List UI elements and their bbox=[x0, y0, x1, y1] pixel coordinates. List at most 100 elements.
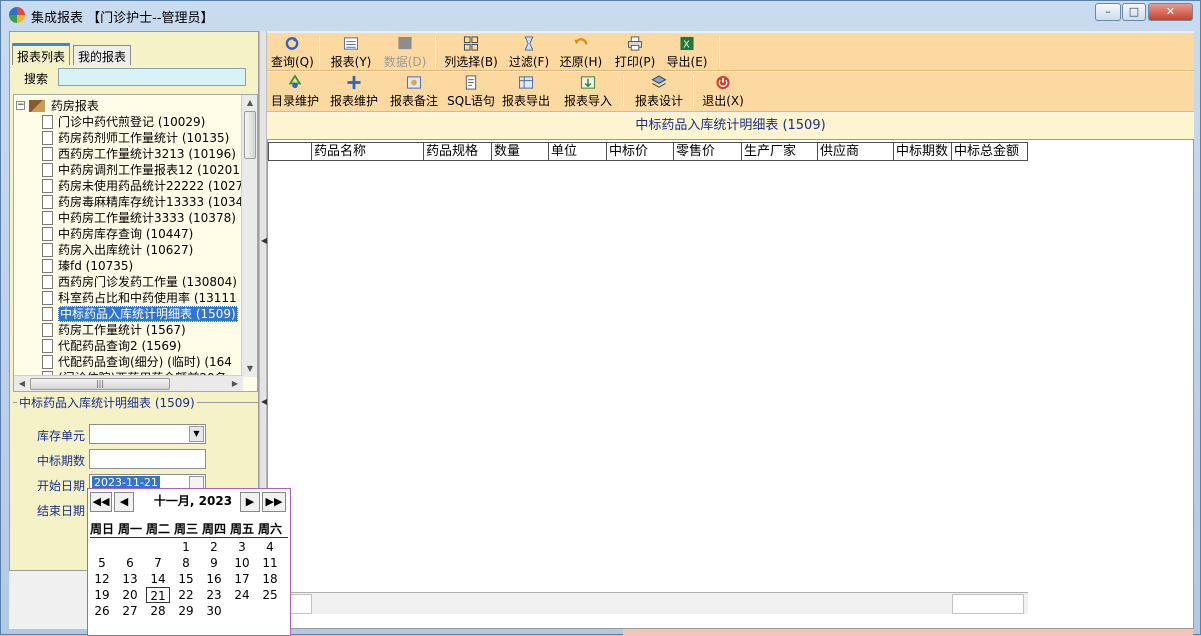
restore-button[interactable]: 还原(H) bbox=[559, 36, 603, 70]
tree-item[interactable]: 中标药品入库统计明细表 (1509) bbox=[42, 305, 238, 322]
scroll-up-icon[interactable]: ▲ bbox=[242, 95, 257, 111]
column-header-unit[interactable]: 单位 bbox=[549, 142, 607, 161]
calendar-day[interactable]: 25 bbox=[258, 587, 282, 603]
prev-year-icon[interactable]: ◀◀ bbox=[90, 492, 112, 512]
tree-root[interactable]: − 药房报表 bbox=[16, 97, 99, 113]
hscroll-thumb[interactable]: ||| bbox=[30, 378, 170, 390]
calendar-day[interactable]: 27 bbox=[118, 603, 142, 619]
scroll-right-icon[interactable]: ▶ bbox=[227, 376, 243, 391]
chevron-down-icon[interactable]: ▼ bbox=[189, 426, 204, 442]
scroll-left-icon[interactable]: ◀ bbox=[14, 376, 30, 391]
calendar-day[interactable]: 12 bbox=[90, 571, 114, 587]
calendar-day[interactable]: 15 bbox=[174, 571, 198, 587]
tab-my-reports[interactable]: 我的报表 bbox=[73, 45, 131, 65]
next-year-icon[interactable]: ▶▶ bbox=[262, 492, 286, 512]
calendar-day[interactable]: 30 bbox=[202, 603, 226, 619]
column-header-retail-price[interactable]: 零售价 bbox=[674, 142, 742, 161]
calendar-day[interactable]: 10 bbox=[230, 555, 254, 571]
calendar-day[interactable]: 3 bbox=[230, 539, 254, 555]
calendar-day[interactable]: 22 bbox=[174, 587, 198, 603]
export-button[interactable]: X 导出(E) bbox=[665, 36, 709, 70]
tree-item[interactable]: 西药房门诊发药工作量 (130804) bbox=[42, 273, 237, 289]
tree-item[interactable]: 瑧fd (10735) bbox=[42, 257, 133, 273]
tree-item[interactable]: 药房未使用药品统计22222 (1027 bbox=[42, 177, 243, 193]
exit-button[interactable]: 退出(X) bbox=[701, 75, 745, 109]
tree-item[interactable]: 科室药占比和中药使用率 (13111 bbox=[42, 289, 237, 305]
column-header-quantity[interactable]: 数量 bbox=[492, 142, 549, 161]
filter-button[interactable]: 过滤(F) bbox=[507, 36, 551, 70]
close-button[interactable]: ✕ bbox=[1148, 3, 1193, 21]
minimize-button[interactable]: – bbox=[1095, 3, 1121, 21]
stock-unit-select[interactable]: ▼ bbox=[89, 424, 206, 444]
tree-item[interactable]: 药房工作量统计 (1567) bbox=[42, 321, 186, 337]
calendar-day[interactable]: 7 bbox=[146, 555, 170, 571]
tree-item[interactable]: 西药房工作量统计3213 (10196) bbox=[42, 145, 236, 161]
tab-report-list[interactable]: 报表列表 bbox=[12, 43, 70, 65]
calendar-day[interactable]: 24 bbox=[230, 587, 254, 603]
calendar-day[interactable]: 18 bbox=[258, 571, 282, 587]
tree-item[interactable]: 门诊中药代煎登记 (10029) bbox=[42, 113, 205, 129]
maximize-button[interactable]: □ bbox=[1122, 3, 1146, 21]
tree-item[interactable]: 中药房工作量统计3333 (10378) bbox=[42, 209, 236, 225]
report-maintain-button[interactable]: 报表维护 bbox=[329, 75, 379, 109]
column-header-supplier[interactable]: 供应商 bbox=[818, 142, 894, 161]
print-button[interactable]: 打印(P) bbox=[613, 36, 657, 70]
column-header-indicator[interactable] bbox=[268, 142, 312, 161]
tree-item[interactable]: 中药房库存查询 (10447) bbox=[42, 225, 193, 241]
calendar-day[interactable]: 19 bbox=[90, 587, 114, 603]
scroll-down-icon[interactable]: ▼ bbox=[242, 361, 257, 377]
tree-item[interactable]: 药房药剂师工作量统计 (10135) bbox=[42, 129, 229, 145]
column-header-bid-price[interactable]: 中标价 bbox=[607, 142, 674, 161]
search-input[interactable] bbox=[58, 68, 246, 86]
tree-item[interactable]: 代配药品查询(细分) (临时) (164 bbox=[42, 353, 232, 369]
calendar-day[interactable]: 21 bbox=[146, 587, 170, 603]
column-header-bid-total[interactable]: 中标总金额 bbox=[952, 142, 1028, 161]
calendar-day bbox=[258, 603, 282, 619]
period-input[interactable] bbox=[89, 449, 206, 469]
calendar-month-title[interactable]: 十一月, 2023 bbox=[138, 492, 248, 509]
report-export-button[interactable]: 报表导出 bbox=[501, 75, 551, 109]
calendar-day[interactable]: 28 bbox=[146, 603, 170, 619]
calendar-day[interactable]: 4 bbox=[258, 539, 282, 555]
report-design-button[interactable]: 报表设计 bbox=[633, 75, 685, 109]
query-button[interactable]: 查询(Q) bbox=[271, 36, 314, 70]
column-header-drug-spec[interactable]: 药品规格 bbox=[424, 142, 492, 161]
calendar-day[interactable]: 23 bbox=[202, 587, 226, 603]
column-header-bid-period[interactable]: 中标期数 bbox=[894, 142, 952, 161]
calendar-day[interactable]: 6 bbox=[118, 555, 142, 571]
catalog-maintain-button[interactable]: 目录维护 bbox=[271, 75, 319, 109]
calendar-day[interactable]: 17 bbox=[230, 571, 254, 587]
calendar-day[interactable]: 8 bbox=[174, 555, 198, 571]
tree-item[interactable]: 药房入出库统计 (10627) bbox=[42, 241, 193, 257]
document-icon bbox=[42, 210, 53, 225]
prev-month-icon[interactable]: ◀ bbox=[114, 492, 134, 512]
calendar-day[interactable]: 14 bbox=[146, 571, 170, 587]
calendar-day[interactable]: 5 bbox=[90, 555, 114, 571]
calendar-day[interactable]: 11 bbox=[258, 555, 282, 571]
calendar-day[interactable]: 20 bbox=[118, 587, 142, 603]
data-button[interactable]: 数据(D) bbox=[383, 36, 427, 70]
tree-item-label: 代配药品查询2 (1569) bbox=[58, 339, 182, 353]
calendar-day[interactable]: 13 bbox=[118, 571, 142, 587]
calendar-day[interactable]: 26 bbox=[90, 603, 114, 619]
report-import-button[interactable]: 报表导入 bbox=[563, 75, 613, 109]
tree-vertical-scrollbar[interactable]: ▲ ▼ bbox=[241, 95, 257, 377]
calendar-day[interactable]: 1 bbox=[174, 539, 198, 555]
tree-item[interactable]: 药房毒麻精库存统计13333 (1034 bbox=[42, 193, 243, 209]
calendar-day[interactable]: 9 bbox=[202, 555, 226, 571]
report-note-button[interactable]: 报表备注 bbox=[389, 75, 439, 109]
collapse-icon[interactable]: − bbox=[16, 101, 25, 110]
tree-item[interactable]: 代配药品查询2 (1569) bbox=[42, 337, 181, 353]
calendar-day[interactable]: 16 bbox=[202, 571, 226, 587]
scroll-thumb[interactable] bbox=[244, 111, 256, 159]
next-month-icon[interactable]: ▶ bbox=[240, 492, 260, 512]
report-button[interactable]: 报表(Y) bbox=[329, 36, 373, 70]
calendar-day[interactable]: 2 bbox=[202, 539, 226, 555]
tree-item[interactable]: 中药房调剂工作量报表12 (10201 bbox=[42, 161, 240, 177]
column-header-drug-name[interactable]: 药品名称 bbox=[312, 142, 424, 161]
sql-button[interactable]: SQL语句 bbox=[447, 75, 495, 109]
tree-horizontal-scrollbar[interactable]: ◀ ||| ▶ bbox=[14, 375, 243, 391]
column-select-button[interactable]: 列选择(B) bbox=[443, 36, 499, 70]
column-header-manufacturer[interactable]: 生产厂家 bbox=[742, 142, 818, 161]
calendar-day[interactable]: 29 bbox=[174, 603, 198, 619]
